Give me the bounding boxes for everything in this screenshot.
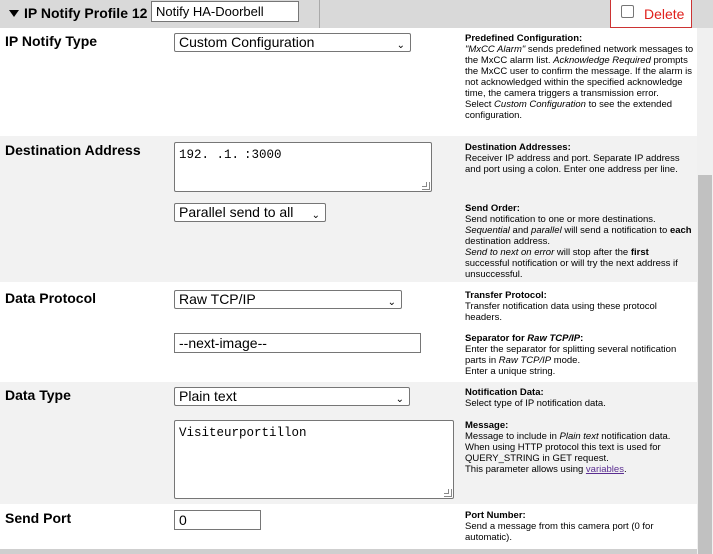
data-protocol-row: Data Protocol Raw TCP/IP ⌄ Transfer Prot… bbox=[0, 283, 697, 381]
bottom-divider bbox=[0, 549, 697, 554]
separator-input[interactable] bbox=[174, 333, 421, 353]
chevron-down-icon: ⌄ bbox=[396, 40, 405, 51]
collapse-triangle-icon[interactable] bbox=[9, 10, 19, 17]
ip-notify-type-label: IP Notify Type bbox=[5, 33, 98, 49]
message-help: Message: Message to include in Plain tex… bbox=[465, 420, 671, 475]
resize-grip-icon[interactable] bbox=[444, 489, 452, 497]
message-value: Visiteurportillon bbox=[179, 426, 307, 440]
separator-help: Separator for Raw TCP/IP: Enter the sepa… bbox=[465, 333, 677, 377]
chevron-down-icon: ⌄ bbox=[395, 394, 404, 405]
ip-notify-type-help: Predefined Configuration: "MxCC Alarm" s… bbox=[465, 33, 694, 121]
send-port-label: Send Port bbox=[5, 510, 72, 526]
data-type-value: Plain text bbox=[179, 388, 237, 404]
destination-address-label: Destination Address bbox=[5, 142, 141, 158]
ip-notify-type-value: Custom Configuration bbox=[179, 34, 315, 50]
message-textarea[interactable]: Visiteurportillon bbox=[174, 420, 454, 499]
data-type-row: Data Type Plain text ⌄ Notification Data… bbox=[0, 382, 697, 504]
data-protocol-help: Transfer Protocol: Transfer notification… bbox=[465, 290, 657, 323]
destination-address-textarea[interactable]: 192. .1. :3000 bbox=[174, 142, 432, 192]
send-order-select[interactable]: Parallel send to all ⌄ bbox=[174, 203, 326, 222]
data-type-label: Data Type bbox=[5, 387, 71, 403]
delete-label[interactable]: Delete bbox=[644, 6, 684, 22]
ip-notify-type-select[interactable]: Custom Configuration ⌄ bbox=[174, 33, 411, 52]
send-order-value: Parallel send to all bbox=[179, 204, 294, 220]
data-type-help: Notification Data: Select type of IP not… bbox=[465, 387, 606, 409]
profile-title: IP Notify Profile 12 bbox=[24, 5, 148, 21]
delete-checkbox[interactable] bbox=[621, 5, 634, 18]
profile-header: IP Notify Profile 12 Delete bbox=[0, 0, 713, 28]
data-protocol-value: Raw TCP/IP bbox=[179, 291, 256, 307]
send-port-help: Port Number: Send a message from this ca… bbox=[465, 510, 654, 543]
resize-grip-icon[interactable] bbox=[422, 182, 430, 190]
variables-link[interactable]: variables bbox=[586, 464, 624, 475]
chevron-down-icon: ⌄ bbox=[311, 210, 320, 221]
send-order-help: Send Order: Send notification to one or … bbox=[465, 203, 692, 280]
data-protocol-select[interactable]: Raw TCP/IP ⌄ bbox=[174, 290, 402, 309]
destination-address-help: Destination Addresses: Receiver IP addre… bbox=[465, 142, 680, 175]
destination-address-row: Destination Address 192. .1. :3000 Desti… bbox=[0, 136, 697, 282]
send-port-row: Send Port Port Number: Send a message fr… bbox=[0, 505, 697, 549]
chevron-down-icon: ⌄ bbox=[387, 297, 396, 308]
scrollbar-thumb[interactable] bbox=[698, 175, 712, 554]
data-protocol-label: Data Protocol bbox=[5, 290, 97, 306]
send-port-input[interactable] bbox=[174, 510, 261, 530]
data-type-select[interactable]: Plain text ⌄ bbox=[174, 387, 410, 406]
profile-name-input[interactable] bbox=[151, 1, 299, 22]
delete-panel: Delete bbox=[610, 0, 692, 28]
destination-address-value: 192. .1. :3000 bbox=[179, 148, 282, 162]
ip-notify-type-row: IP Notify Type Custom Configuration ⌄ Pr… bbox=[0, 28, 697, 135]
